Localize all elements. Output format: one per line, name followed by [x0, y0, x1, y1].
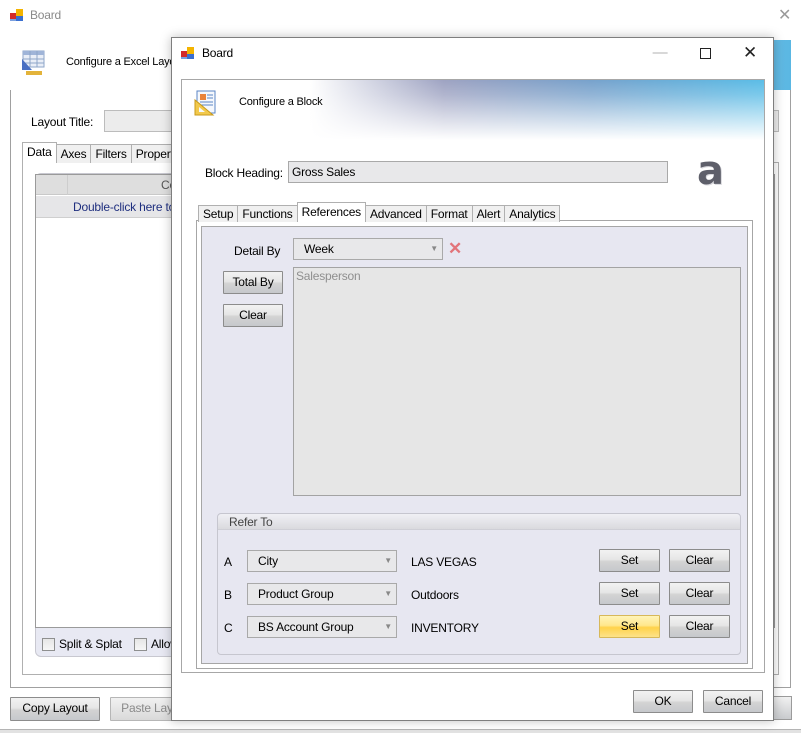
copy-layout-button[interactable]: Copy Layout [10, 697, 100, 721]
ref-letter-c: C [224, 621, 233, 635]
chevron-down-icon: ▼ [384, 622, 392, 631]
cancel-button[interactable]: Cancel [703, 690, 763, 713]
set-button-b[interactable]: Set [599, 582, 660, 605]
detail-by-dropdown[interactable]: Week ▼ [293, 238, 443, 260]
detail-by-label: Detail By [234, 244, 281, 258]
clear-detail-icon[interactable]: ✕ [448, 239, 462, 259]
checkbox-box[interactable] [42, 637, 55, 651]
tab-axes[interactable]: Axes [55, 144, 92, 163]
maximize-icon [699, 47, 711, 59]
clear-total-by-button[interactable]: Clear [223, 304, 283, 327]
tab-functions[interactable]: Functions [237, 205, 298, 222]
logo-a-icon: a [697, 148, 724, 194]
dialog-header-text: Configure a Block [239, 96, 323, 108]
configure-block-icon [194, 90, 216, 116]
close-button[interactable]: ✕ [730, 42, 770, 64]
dialog-title-bar: Board — ✕ [172, 38, 773, 68]
ok-button[interactable]: OK [633, 690, 693, 713]
tab-format[interactable]: Format [425, 205, 473, 222]
ref-field-value: BS Account Group [258, 620, 354, 634]
app-icon [181, 47, 194, 59]
detail-by-value: Week [304, 242, 334, 256]
refer-to-title: Refer To [229, 515, 273, 529]
background-window-title: Board [30, 8, 62, 22]
tab-setup[interactable]: Setup [198, 205, 239, 222]
ref-field-value: Product Group [258, 587, 334, 601]
tab-alert[interactable]: Alert [471, 205, 506, 222]
clear-button-a[interactable]: Clear [669, 549, 730, 572]
tab-filters[interactable]: Filters [90, 144, 132, 163]
chevron-down-icon: ▼ [384, 589, 392, 598]
background-bottom-strip [0, 729, 801, 733]
ref-value-c: INVENTORY [411, 621, 479, 635]
clear-button-c[interactable]: Clear [669, 615, 730, 638]
ref-field-dropdown-a[interactable]: City ▼ [247, 550, 397, 572]
ref-letter-a: A [224, 555, 232, 569]
chevron-down-icon: ▼ [430, 244, 438, 253]
tab-data[interactable]: Data [22, 142, 57, 163]
maximize-button[interactable] [685, 42, 725, 64]
references-tab-panel: Detail By Week ▼ ✕ Total By Clear Salesp… [196, 220, 753, 669]
clear-button-b[interactable]: Clear [669, 582, 730, 605]
chevron-down-icon: ▼ [384, 556, 392, 565]
split-splat-checkbox[interactable]: Split & Splat [42, 637, 122, 651]
tab-advanced[interactable]: Advanced [364, 205, 427, 222]
ref-value-b: Outdoors [411, 588, 459, 602]
app-icon [10, 9, 23, 21]
refer-to-group: Refer To A City ▼ LAS VEGAS Set Clear B … [217, 513, 741, 655]
block-heading-input[interactable]: Gross Sales [288, 161, 668, 183]
dialog-header: Configure a Block [182, 80, 764, 140]
dialog-title: Board [202, 46, 234, 60]
references-panel: Detail By Week ▼ ✕ Total By Clear Salesp… [201, 226, 748, 664]
background-close-button[interactable]: ✕ [778, 5, 791, 25]
total-by-list[interactable]: Salesperson [293, 267, 741, 496]
excel-layout-icon [22, 50, 45, 75]
ref-field-dropdown-b[interactable]: Product Group ▼ [247, 583, 397, 605]
tab-analytics[interactable]: Analytics [504, 205, 561, 222]
background-title-bar: Board ✕ [0, 0, 801, 30]
minimize-button[interactable]: — [640, 42, 680, 64]
layout-title-label: Layout Title: [31, 115, 94, 129]
checkbox-box[interactable] [134, 637, 147, 651]
background-header-text: Configure a Excel Layout [66, 56, 185, 68]
configure-block-dialog: Board — ✕ Configure a Block Block Headin… [171, 37, 774, 721]
dialog-body: Configure a Block Block Heading: Gross S… [181, 79, 765, 673]
ref-field-dropdown-c[interactable]: BS Account Group ▼ [247, 616, 397, 638]
total-by-button[interactable]: Total By [223, 271, 283, 294]
list-item[interactable]: Salesperson [296, 269, 361, 283]
ref-value-a: LAS VEGAS [411, 555, 477, 569]
set-button-a[interactable]: Set [599, 549, 660, 572]
checkbox-label: Split & Splat [59, 637, 122, 651]
dialog-tabs: Setup Functions References Advanced Form… [198, 202, 561, 222]
ref-field-value: City [258, 554, 278, 568]
block-heading-label: Block Heading: [205, 166, 283, 180]
background-tabs: Data Axes Filters Properties [22, 142, 194, 163]
set-button-c[interactable]: Set [599, 615, 660, 638]
tab-references[interactable]: References [296, 202, 366, 222]
ref-letter-b: B [224, 588, 232, 602]
